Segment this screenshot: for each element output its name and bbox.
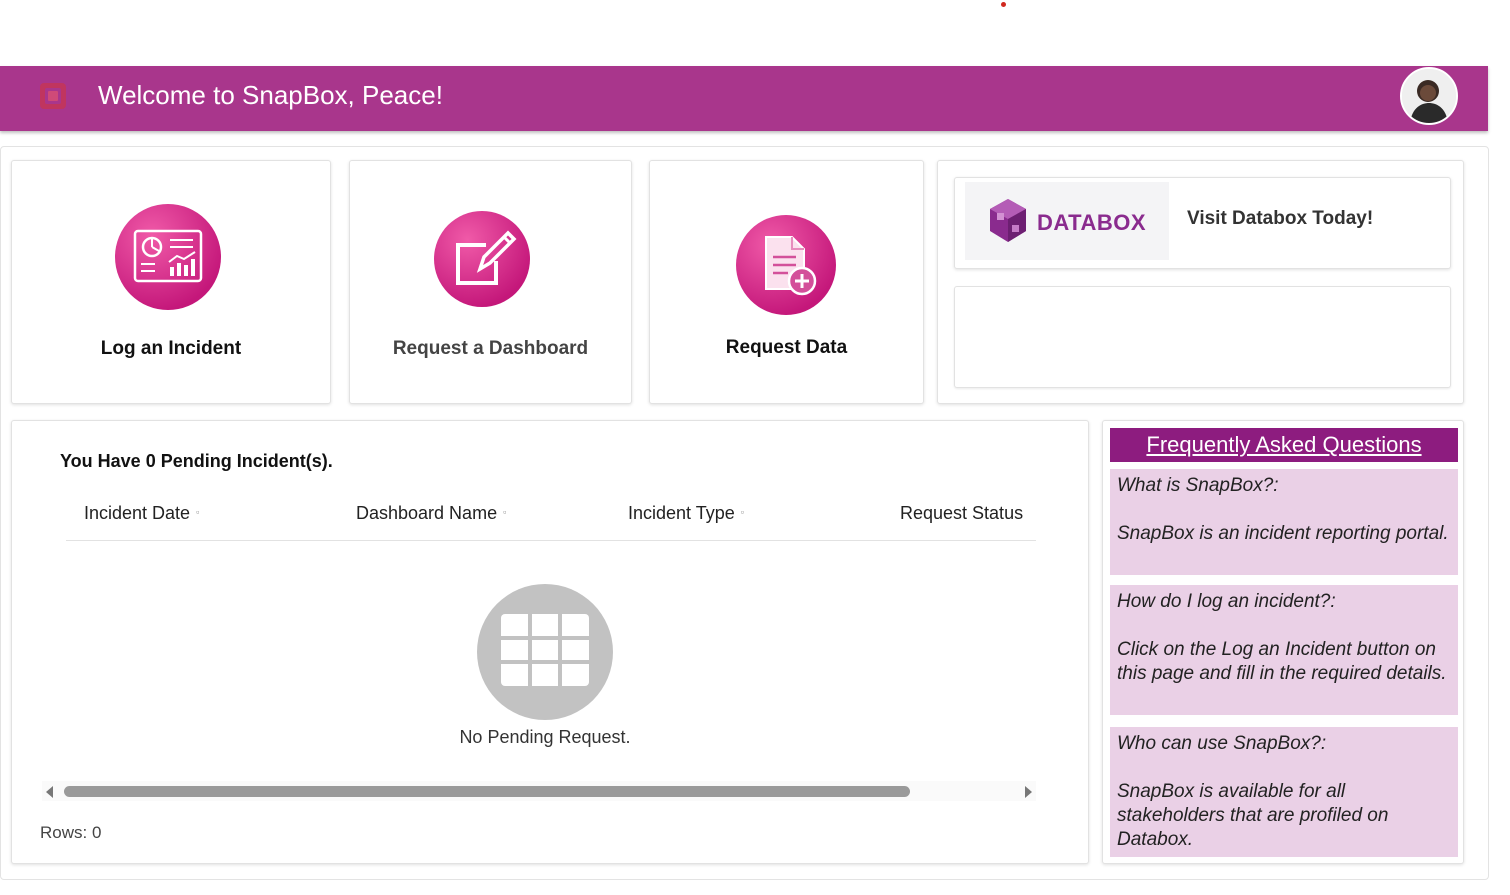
content-area: Log an Incident Request a Dashboard Requ… — [0, 146, 1489, 880]
column-incident-date[interactable]: Incident Date ▫ — [84, 503, 199, 524]
faq-answer: SnapBox is available for all stakeholder… — [1117, 781, 1389, 850]
column-label: Dashboard Name — [356, 503, 498, 523]
empty-message: No Pending Request. — [459, 727, 631, 747]
column-incident-type[interactable]: Incident Type ▫ — [628, 503, 744, 524]
request-data-label: Request Data — [725, 337, 848, 358]
edit-note-icon — [434, 211, 530, 307]
faq-answer: SnapBox is an incident reporting portal. — [1117, 523, 1449, 544]
sort-icon[interactable]: ▫ — [196, 507, 199, 517]
faq-question: Who can use SnapBox?: — [1117, 733, 1327, 754]
databox-cube-icon — [990, 199, 1026, 242]
horizontal-scrollbar[interactable] — [42, 781, 1036, 801]
column-label: Request Status — [900, 503, 1024, 523]
faq-item: Who can use SnapBox?: SnapBox is availab… — [1110, 727, 1458, 857]
pending-incidents-title: You Have 0 Pending Incident(s). — [60, 451, 333, 471]
column-dashboard-name[interactable]: Dashboard Name ▫ — [356, 503, 506, 524]
pending-incidents-panel: You Have 0 Pending Incident(s). Incident… — [11, 420, 1089, 864]
request-data-tile[interactable]: Request Data — [649, 160, 924, 404]
databox-logo: DATABOX — [965, 182, 1169, 260]
visit-databox-text[interactable]: Visit Databox Today! — [1187, 208, 1373, 230]
dashboard-report-icon — [115, 204, 221, 310]
visit-databox-link[interactable]: DATABOX Visit Databox Today! — [954, 177, 1451, 269]
column-label: Incident Date — [84, 503, 191, 523]
table-grid-icon — [477, 584, 613, 720]
welcome-title: Welcome to SnapBox, Peace! — [98, 80, 443, 110]
column-request-status[interactable]: Request Status — [900, 503, 1023, 524]
blank-banner — [954, 286, 1451, 388]
scroll-right-icon[interactable] — [1025, 786, 1032, 798]
faq-item: What is SnapBox?: SnapBox is an incident… — [1110, 469, 1458, 575]
faq-item: How do I log an incident?: Click on the … — [1110, 585, 1458, 715]
faq-answer: Click on the Log an Incident button on t… — [1117, 639, 1447, 684]
log-incident-label: Log an Incident — [100, 338, 242, 359]
faq-panel: Frequently Asked Questions What is SnapB… — [1102, 420, 1464, 864]
faq-question: What is SnapBox?: — [1117, 475, 1279, 496]
status-dot — [1001, 2, 1006, 7]
faq-title-link[interactable]: Frequently Asked Questions — [1110, 428, 1458, 462]
faq-question: How do I log an incident?: — [1117, 591, 1336, 612]
databox-panel: DATABOX Visit Databox Today! — [937, 160, 1464, 404]
user-avatar[interactable] — [1400, 67, 1458, 125]
scrollbar-thumb[interactable] — [64, 786, 910, 797]
request-dashboard-label: Request a Dashboard — [392, 338, 589, 359]
scroll-left-icon[interactable] — [46, 786, 53, 798]
sort-icon[interactable]: ▫ — [503, 507, 506, 517]
column-label: Incident Type — [628, 503, 735, 523]
log-incident-tile[interactable]: Log an Incident — [11, 160, 331, 404]
sort-icon[interactable]: ▫ — [741, 507, 744, 517]
add-document-icon — [736, 215, 836, 315]
app-header: Welcome to SnapBox, Peace! — [0, 66, 1488, 131]
rows-count: Rows: 0 — [40, 823, 102, 842]
request-dashboard-tile[interactable]: Request a Dashboard — [349, 160, 632, 404]
databox-wordmark: DATABOX — [1037, 210, 1147, 235]
snapbox-logo-icon — [36, 80, 72, 114]
header-divider — [66, 540, 1036, 541]
